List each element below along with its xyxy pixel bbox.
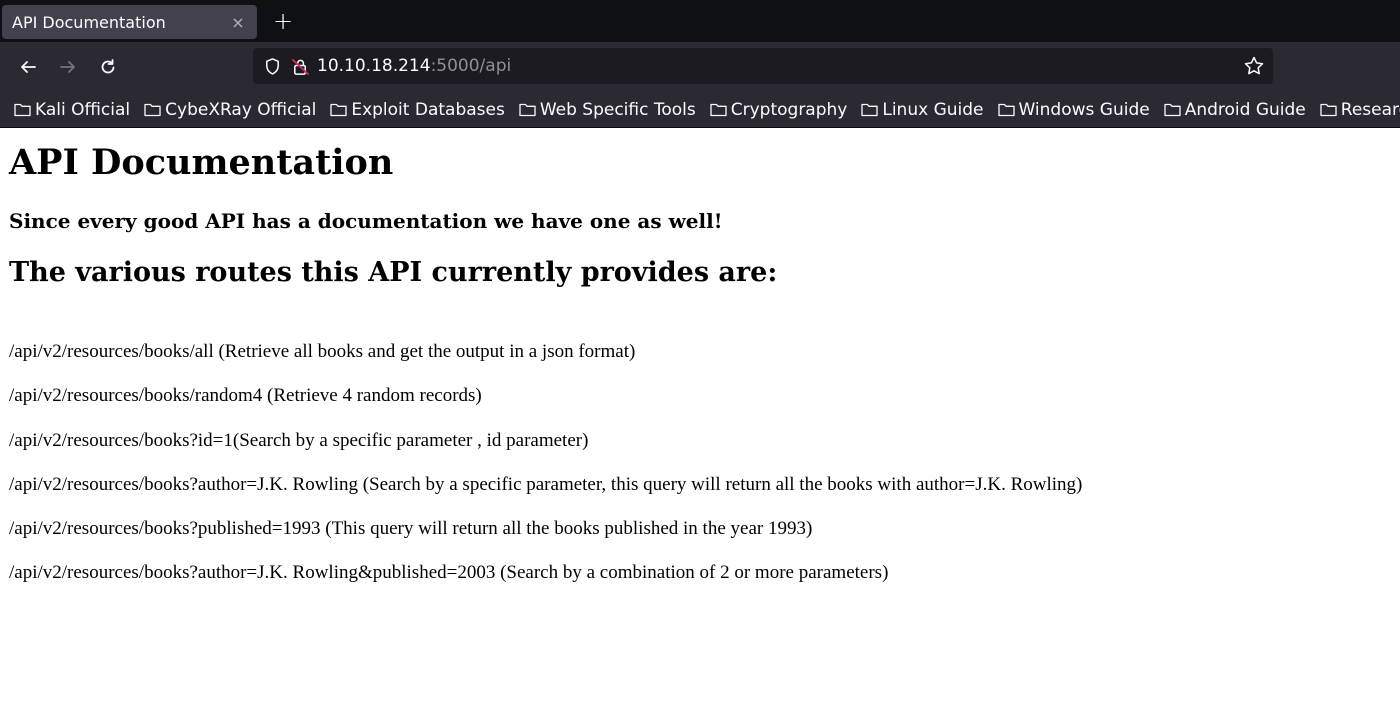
routes-list: /api/v2/resources/books/all (Retrieve al… — [9, 340, 1391, 585]
bookmark-label: Linux Guide — [882, 99, 984, 120]
folder-icon — [1320, 103, 1337, 117]
back-arrow-icon — [21, 61, 36, 73]
bookmark-label: Exploit Databases — [351, 99, 505, 120]
folder-icon — [144, 103, 161, 117]
route-item: /api/v2/resources/books?author=J.K. Rowl… — [9, 473, 1083, 495]
bookmark-label: Android Guide — [1184, 99, 1306, 120]
reload-button[interactable] — [90, 49, 126, 85]
address-bar[interactable]: 10.10.18.214:5000/api — [253, 48, 1273, 84]
reload-icon — [101, 59, 115, 74]
bookmarks-toolbar: Kali Official CybeXRay Official Exploit Da… — [0, 92, 1400, 128]
bookmark-folder[interactable]: Android Guide — [1164, 100, 1306, 120]
bookmark-label: Web Specific Tools — [539, 99, 696, 120]
bookmark-folder[interactable]: CybeXRay Official — [144, 100, 316, 120]
new-tab-button[interactable]: + — [265, 4, 301, 38]
folder-icon — [997, 103, 1015, 117]
route-item: /api/v2/resources/books?published=1993 (… — [9, 518, 813, 540]
insecure-lock-icon[interactable] — [289, 55, 311, 77]
bookmark-folder[interactable]: Linux Guide — [861, 99, 984, 120]
bookmark-folder[interactable]: Web Specific Tools — [519, 100, 696, 120]
forward-arrow-icon — [60, 61, 75, 73]
back-button[interactable] — [10, 49, 46, 85]
page-subtitle: Since every good API has a documentation… — [9, 209, 723, 233]
bookmark-label: CybeXRay Official — [165, 99, 317, 120]
bookmark-folder[interactable]: Cryptography — [710, 99, 848, 120]
bookmark-label: Windows Guide — [1018, 99, 1150, 120]
bookmark-folder[interactable]: Windows Guide — [997, 99, 1150, 120]
tab-close-icon[interactable]: × — [229, 13, 247, 32]
routes-heading: The various routes this API currently pr… — [9, 257, 778, 288]
route-item: /api/v2/resources/books/all (Retrieve al… — [9, 341, 636, 362]
star-icon[interactable] — [1243, 55, 1265, 77]
route-item: /api/v2/resources/books/random4 (Retriev… — [9, 385, 482, 407]
bookmark-label: Research — [1340, 99, 1400, 120]
folder-icon — [14, 103, 31, 117]
forward-button[interactable] — [50, 49, 86, 85]
url-host: 10.10.18.214 — [317, 56, 431, 76]
page-content: API Documentation Since every good API h… — [0, 142, 1400, 585]
route-item: /api/v2/resources/books?id=1(Search by a… — [9, 429, 589, 451]
tab-strip: API Documentation × + — [0, 0, 1400, 42]
page-title: API Documentation — [9, 142, 394, 183]
bookmark-folder[interactable]: Research — [1320, 100, 1400, 120]
navigation-toolbar: 10.10.18.214:5000/api — [0, 42, 1400, 92]
folder-icon — [861, 103, 879, 117]
tab-api-documentation[interactable]: API Documentation × — [2, 5, 257, 39]
folder-icon — [710, 103, 727, 117]
folder-icon — [1164, 103, 1181, 117]
bookmark-label: Cryptography — [730, 99, 848, 120]
bookmark-label: Kali Official — [35, 99, 131, 120]
tab-title: API Documentation — [12, 12, 166, 32]
folder-icon — [330, 103, 347, 117]
bookmark-folder[interactable]: Kali Official — [14, 100, 130, 120]
bookmark-folder[interactable]: Exploit Databases — [330, 99, 505, 120]
shield-icon[interactable] — [261, 55, 283, 77]
url-path: :5000/api — [430, 56, 512, 76]
route-item: /api/v2/resources/books?author=J.K. Rowl… — [9, 562, 889, 584]
folder-icon — [519, 103, 536, 117]
